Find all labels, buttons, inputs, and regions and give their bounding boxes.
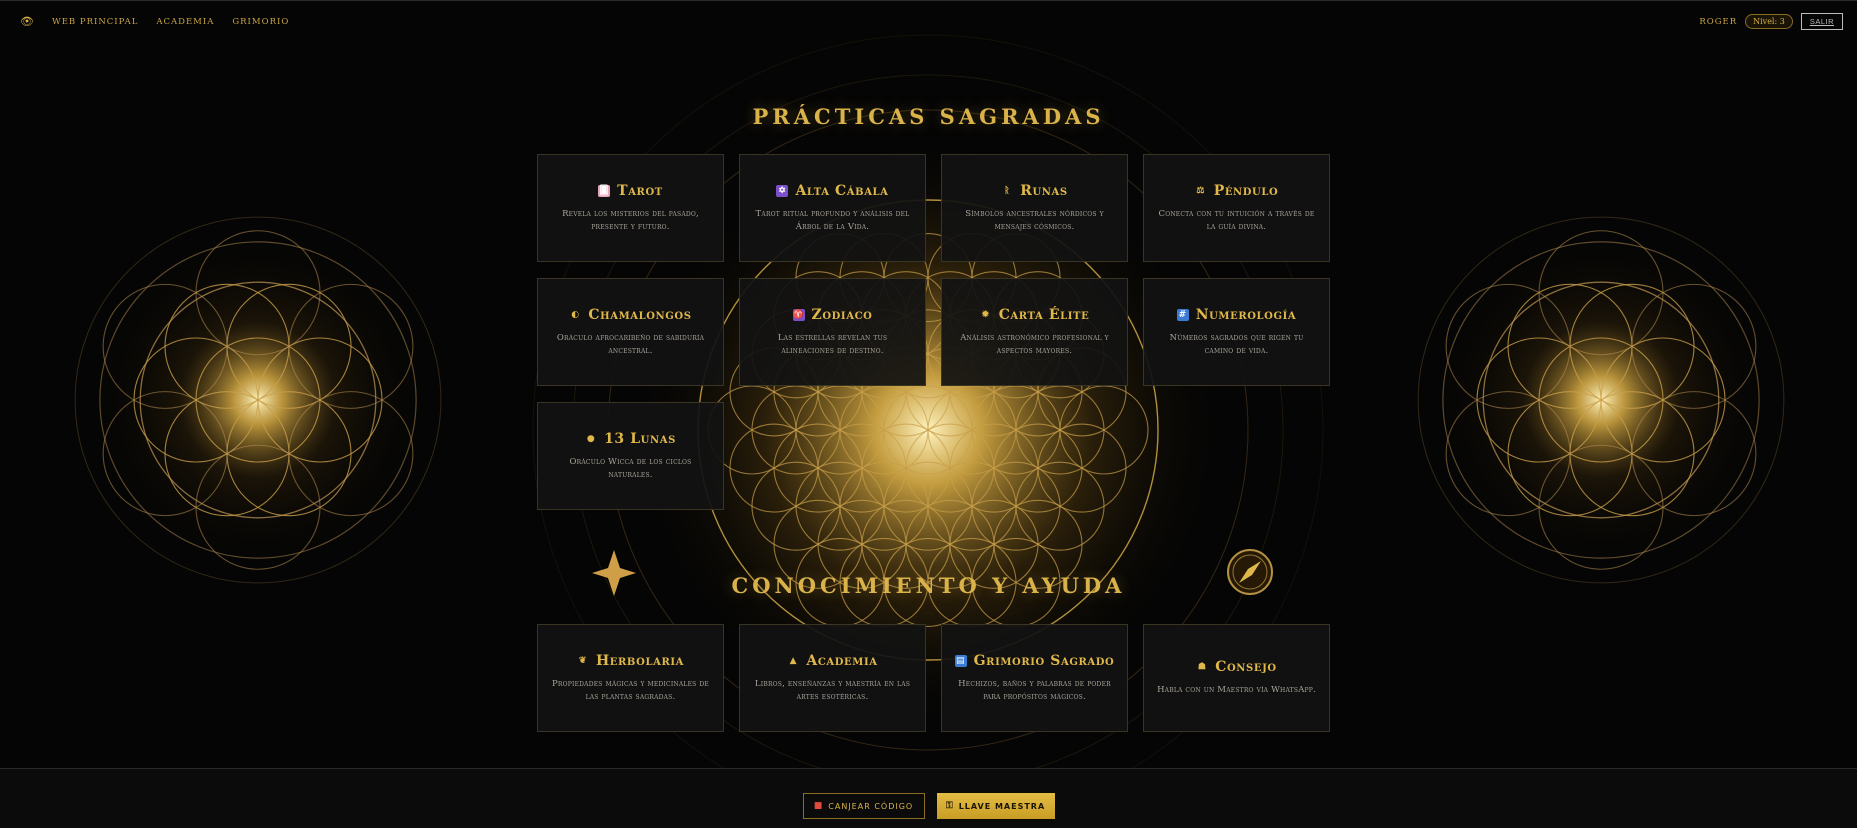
numbers-icon: # (1176, 309, 1189, 321)
card-description: Habla con un Maestro vía WhatsApp. (1157, 685, 1316, 695)
user-name: Roger (1699, 16, 1738, 27)
advisor-icon: ☗ (1197, 662, 1207, 672)
footer: ■ Canjear código ⚿ Llave maestra (0, 768, 1857, 828)
card-numerología[interactable]: # Numerología Números sagrados que rigen t… (1143, 278, 1330, 386)
master-key-button[interactable]: ⚿ Llave maestra (936, 793, 1055, 819)
level-badge: Nivel: 3 (1745, 14, 1793, 29)
redeem-code-label: Canjear código (828, 801, 914, 811)
card-péndulo[interactable]: ⚖ Péndulo Conecta con tu intuición a travé… (1143, 154, 1330, 262)
card-title-text: Alta Cábala (795, 182, 889, 199)
card-title: ✹ Carta Élite (980, 307, 1090, 324)
tarot-card-icon: 🂠 (598, 185, 611, 197)
card-13-lunas[interactable]: ● 13 Lunas Oráculo Wicca de los ciclos nat… (537, 402, 724, 510)
card-title-text: Consejo (1215, 659, 1277, 675)
redeem-code-button[interactable]: ■ Canjear código (802, 793, 925, 819)
nav-left: 👁 Web principal Academia Grimorio (20, 15, 289, 28)
card-title: # Numerología (1176, 306, 1297, 324)
card-description: Revela los misterios del pasado, present… (562, 208, 699, 232)
card-title: ☗ Consejo (1196, 659, 1276, 676)
card-title-text: Numerología (1195, 306, 1297, 323)
card-description: Hechizos, baños y palabras de poder para… (958, 678, 1111, 702)
card-herbolaria[interactable]: ❦ Herbolaria Propiedades mágicas y medicin… (537, 624, 724, 732)
card-consejo[interactable]: ☗ Consejo Habla con un Maestro vía WhatsAp… (1143, 624, 1330, 732)
card-description: Propiedades mágicas y medicinales de las… (552, 678, 709, 702)
shell-icon: ◐ (571, 309, 580, 320)
top-navigation: 👁 Web principal Academia Grimorio Roger … (0, 0, 1857, 42)
card-title-text: 13 Lunas (604, 430, 676, 447)
card-title-text: Academia (806, 652, 878, 669)
card-title-text: Carta Élite (998, 306, 1090, 323)
nav-link-grimorio[interactable]: Grimorio (232, 17, 289, 27)
footer-actions: ■ Canjear código ⚿ Llave maestra (0, 793, 1857, 819)
graduation-cap-icon: ▲ (789, 655, 798, 666)
key-icon: ⚿ (945, 801, 954, 811)
moon-icon: ● (586, 433, 596, 444)
nav-link-academia[interactable]: Academia (156, 17, 214, 27)
card-grimorio-sagrado[interactable]: ▤ Grimorio Sagrado Hechizos, baños y palab… (941, 624, 1128, 732)
section-title-practicas: Prácticas Sagradas (752, 104, 1105, 129)
card-description: Símbolos ancestrales nórdicos y mensajes… (965, 208, 1104, 232)
rune-icon: ᚱ (1004, 185, 1011, 196)
card-chamalongos[interactable]: ◐ Chamalongos Oráculo afrocaribeño de sabi… (537, 278, 724, 386)
section-title-conocimiento: Conocimiento y Ayuda (731, 573, 1126, 598)
card-title: ⚖ Péndulo (1195, 183, 1279, 200)
card-title-text: Grimorio Sagrado (973, 652, 1115, 669)
herb-icon: ❦ (578, 655, 588, 666)
card-title-text: Péndulo (1213, 182, 1279, 199)
card-title: ✡ Alta Cábala (776, 183, 888, 200)
card-description: Números sagrados que rigen tu camino de … (1169, 332, 1304, 356)
card-title-text: Tarot (617, 182, 663, 199)
card-runas[interactable]: ᚱ Runas Símbolos ancestrales nórdicos y me… (941, 154, 1128, 262)
master-key-label: Llave maestra (958, 801, 1046, 811)
nav-link-web-principal[interactable]: Web principal (52, 17, 138, 27)
card-title: ᚱ Runas (1001, 183, 1067, 200)
card-title: 🂠 Tarot (598, 183, 663, 200)
card-title: ● 13 Lunas (585, 431, 676, 448)
card-title: ◐ Chamalongos (569, 307, 691, 324)
star-of-david-icon: ✡ (776, 185, 789, 197)
card-description: Las estrellas revelan tus alineaciones d… (777, 332, 888, 356)
gift-icon: ■ (813, 801, 824, 811)
card-description: Análisis astronómico profesional y aspec… (960, 332, 1109, 356)
card-alta-cábala[interactable]: ✡ Alta Cábala Tarot ritual profundo y anál… (739, 154, 926, 262)
eye-icon[interactable]: 👁 (20, 15, 34, 28)
card-description: Conecta con tu intuición a través de la … (1158, 208, 1315, 232)
card-description: Tarot ritual profundo y análisis del Árb… (755, 208, 910, 232)
card-title: ♈ Zodiaco (792, 306, 873, 324)
scale-icon: ⚖ (1196, 185, 1206, 196)
card-title-text: Runas (1020, 182, 1068, 199)
card-carta-élite[interactable]: ✹ Carta Élite Análisis astronómico profesi… (941, 278, 1128, 386)
card-academia[interactable]: ▲ Academia Libros, enseñanzas y maestría e… (739, 624, 926, 732)
logout-button[interactable]: Salir (1800, 13, 1843, 30)
card-title-text: Herbolaria (595, 652, 685, 669)
card-title: ❦ Herbolaria (577, 653, 684, 670)
card-title: ▲ Academia (787, 653, 877, 670)
practices-grid: 🂠 Tarot Revela los misterios del pasado, p… (537, 154, 1330, 510)
book-icon: ▤ (954, 655, 967, 667)
card-zodiaco[interactable]: ♈ Zodiaco Las estrellas revelan tus alinea… (739, 278, 926, 386)
card-tarot[interactable]: 🂠 Tarot Revela los misterios del pasado, p… (537, 154, 724, 262)
aries-icon: ♈ (792, 309, 805, 321)
card-title: ▤ Grimorio Sagrado (954, 652, 1115, 670)
card-title-text: Chamalongos (588, 306, 692, 323)
card-description: Oráculo Wicca de los ciclos naturales. (569, 456, 692, 480)
nav-right: Roger Nivel: 3 Salir (1699, 13, 1843, 30)
card-description: Libros, enseñanzas y maestría en las art… (754, 678, 911, 702)
sun-icon: ✹ (981, 309, 990, 320)
card-title-text: Zodiaco (811, 306, 873, 323)
card-description: Oráculo afrocaribeño de sabiduría ancest… (556, 332, 705, 356)
knowledge-grid: ❦ Herbolaria Propiedades mágicas y medicin… (537, 624, 1330, 732)
